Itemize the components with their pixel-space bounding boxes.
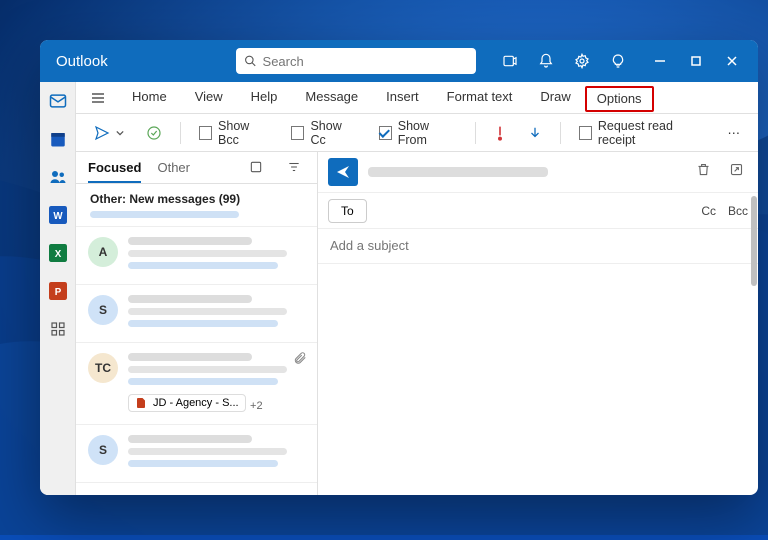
mail-app-icon[interactable]: [45, 88, 71, 114]
tips-icon[interactable]: [602, 45, 634, 77]
mail-item[interactable]: A: [76, 227, 317, 285]
tab-help[interactable]: Help: [237, 82, 292, 114]
people-app-icon[interactable]: [45, 164, 71, 190]
show-bcc-checkbox[interactable]: Show Bcc: [191, 119, 277, 147]
scrollbar-thumb[interactable]: [751, 196, 757, 286]
subject-input[interactable]: [330, 238, 746, 253]
to-button[interactable]: To: [328, 199, 367, 223]
more-apps-icon[interactable]: [45, 316, 71, 342]
hamburger-menu[interactable]: [84, 84, 112, 112]
maximize-button[interactable]: [678, 40, 714, 82]
attachment-icon: [293, 351, 307, 370]
subject-row[interactable]: [318, 229, 758, 264]
compose-pane: To Cc Bcc: [318, 152, 758, 495]
show-from-label: Show From: [398, 119, 457, 147]
divider: [475, 122, 476, 144]
tab-home[interactable]: Home: [118, 82, 181, 114]
from-address-redacted: [368, 167, 548, 177]
avatar: A: [88, 237, 118, 267]
mail-item[interactable]: TC JD - Agency - S... +2: [76, 343, 317, 425]
powerpoint-app-icon[interactable]: P: [45, 278, 71, 304]
settings-icon[interactable]: [566, 45, 598, 77]
avatar: S: [88, 295, 118, 325]
compose-body[interactable]: [318, 264, 758, 495]
avatar: S: [88, 435, 118, 465]
more-options-button[interactable]: ⋯: [720, 119, 749, 147]
search-box[interactable]: [236, 48, 476, 74]
close-button[interactable]: [714, 40, 750, 82]
show-cc-label: Show Cc: [310, 119, 356, 147]
calendar-app-icon[interactable]: [45, 126, 71, 152]
show-bcc-label: Show Bcc: [218, 119, 269, 147]
tab-draw[interactable]: Draw: [526, 82, 584, 114]
select-mode-icon[interactable]: [245, 156, 267, 183]
bcc-toggle[interactable]: Bcc: [728, 204, 748, 218]
high-importance-button[interactable]: [486, 119, 514, 147]
search-icon: [244, 54, 257, 68]
filter-icon[interactable]: [283, 156, 305, 183]
tab-insert[interactable]: Insert: [372, 82, 433, 114]
outlook-window: Outlook W X P: [40, 40, 758, 495]
ribbon-tabs: Home View Help Message Insert Format tex…: [76, 82, 758, 114]
show-from-checkbox[interactable]: Show From: [371, 119, 465, 147]
divider: [180, 122, 181, 144]
app-rail: W X P: [40, 82, 76, 495]
avatar: TC: [88, 353, 118, 383]
svg-text:X: X: [54, 249, 61, 260]
titlebar: Outlook: [40, 40, 758, 82]
message-list-pane: Focused Other Other: New messages (99) A…: [76, 152, 318, 495]
word-app-icon[interactable]: W: [45, 202, 71, 228]
request-read-receipt-checkbox[interactable]: Request read receipt: [571, 119, 714, 147]
ribbon-options-row: Show Bcc Show Cc Show From Request read …: [76, 114, 758, 152]
tab-message[interactable]: Message: [291, 82, 372, 114]
cc-toggle[interactable]: Cc: [701, 204, 716, 218]
tab-options[interactable]: Options: [585, 86, 654, 112]
folder-tab-other[interactable]: Other: [157, 160, 190, 183]
svg-text:P: P: [54, 287, 61, 298]
search-input[interactable]: [263, 54, 468, 69]
low-importance-button[interactable]: [520, 119, 550, 147]
mail-item[interactable]: S: [76, 425, 317, 483]
popout-icon[interactable]: [725, 158, 748, 186]
attachment-chip[interactable]: JD - Agency - S...: [128, 394, 246, 412]
show-cc-checkbox[interactable]: Show Cc: [283, 119, 364, 147]
excel-app-icon[interactable]: X: [45, 240, 71, 266]
to-row[interactable]: To Cc Bcc: [318, 193, 758, 229]
tab-view[interactable]: View: [181, 82, 237, 114]
app-title: Outlook: [56, 53, 108, 70]
tab-format-text[interactable]: Format text: [433, 82, 527, 114]
folder-tab-focused[interactable]: Focused: [88, 160, 141, 183]
sensitivity-button[interactable]: [86, 119, 132, 147]
minimize-button[interactable]: [642, 40, 678, 82]
divider: [560, 122, 561, 144]
list-group-header[interactable]: Other: New messages (99): [76, 184, 317, 227]
svg-text:W: W: [53, 211, 63, 222]
bell-icon[interactable]: [530, 45, 562, 77]
discard-icon[interactable]: [692, 158, 715, 186]
send-button[interactable]: [328, 158, 358, 186]
mail-item[interactable]: S: [76, 285, 317, 343]
request-read-receipt-label: Request read receipt: [598, 119, 706, 147]
encrypt-button[interactable]: [138, 119, 170, 147]
meet-icon[interactable]: [494, 45, 526, 77]
